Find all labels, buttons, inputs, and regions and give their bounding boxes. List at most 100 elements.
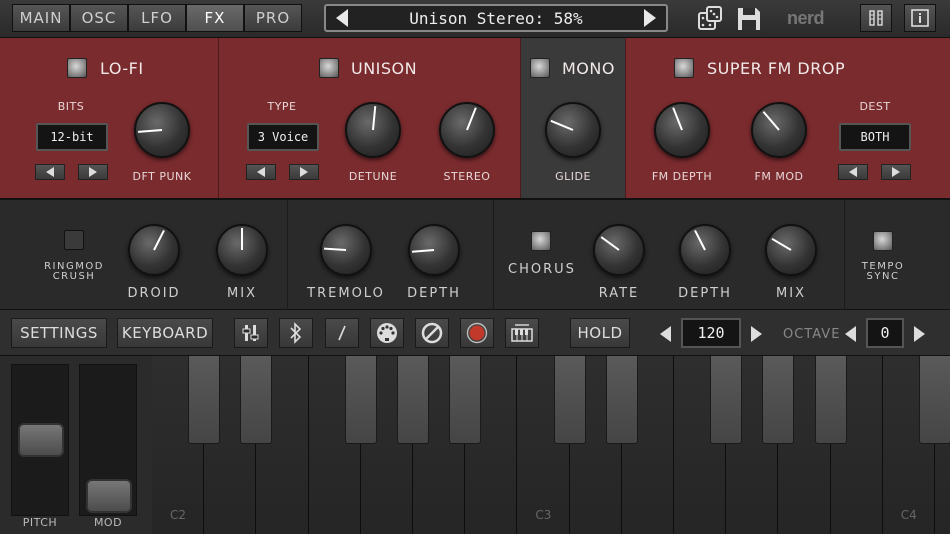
pitch-wheel[interactable] — [11, 364, 69, 516]
chorus-section: CHORUS RATE DEPTH MIX — [494, 200, 845, 310]
tremolo-knob[interactable] — [320, 224, 372, 276]
left-arrow-icon — [849, 167, 857, 177]
octave-display[interactable]: 0 — [866, 318, 904, 348]
crush-label: CRUSH — [52, 271, 96, 282]
octave-down-button[interactable] — [845, 326, 856, 342]
tab-main[interactable]: MAIN — [12, 4, 70, 32]
bits-next-button[interactable] — [78, 164, 108, 180]
mixer-sliders-icon — [242, 325, 259, 341]
super-fm-drop-toggle[interactable] — [674, 58, 694, 78]
type-prev-button[interactable] — [246, 164, 276, 180]
tab-pro[interactable]: PRO — [244, 4, 302, 32]
tab-fx[interactable]: FX — [186, 4, 244, 32]
bluetooth-button[interactable] — [279, 318, 313, 348]
black-key[interactable] — [710, 356, 743, 444]
prohibit-icon — [421, 322, 443, 344]
pen-button[interactable] — [325, 318, 359, 348]
pitch-wheel-handle[interactable] — [18, 423, 64, 457]
left-arrow-icon — [46, 167, 54, 177]
mixer-button[interactable] — [234, 318, 268, 348]
right-arrow-icon — [300, 167, 308, 177]
fm-depth-knob[interactable] — [654, 102, 710, 158]
unison-toggle[interactable] — [319, 58, 339, 78]
chorus-mix-label: MIX — [776, 286, 806, 301]
tempo-display[interactable]: 120 — [681, 318, 741, 348]
fx-panel-upper: LO-FI BITS 12-bit DFT PUNK UNISON TYPE 3… — [0, 38, 950, 200]
black-key[interactable] — [605, 356, 638, 444]
settings-button[interactable]: SETTINGS — [11, 318, 107, 348]
black-key[interactable] — [188, 356, 221, 444]
dest-prev-button[interactable] — [838, 164, 868, 180]
keyboard-layout-button[interactable] — [505, 318, 539, 348]
ringmod-mix-knob[interactable] — [216, 224, 268, 276]
dest-label: DEST — [859, 100, 891, 113]
bits-display[interactable]: 12-bit — [36, 123, 108, 151]
unison-title: UNISON — [351, 59, 418, 78]
glide-knob[interactable] — [545, 102, 601, 158]
chorus-rate-knob[interactable] — [593, 224, 645, 276]
keyboard-toolbar: SETTINGS KEYBOARD HOLD 120 OCTAVE 0 — [0, 310, 950, 356]
chorus-label: CHORUS — [508, 262, 576, 277]
black-key[interactable] — [919, 356, 950, 444]
tempo-sync-section: TEMPO SYNC — [845, 200, 950, 310]
floppy-disk-icon[interactable] — [735, 5, 763, 33]
right-arrow-icon — [89, 167, 97, 177]
tab-osc[interactable]: OSC — [70, 4, 128, 32]
tempo-sync-toggle[interactable] — [873, 231, 893, 251]
stereo-knob[interactable] — [439, 102, 495, 158]
black-key[interactable] — [449, 356, 482, 444]
lofi-title: LO-FI — [100, 59, 144, 78]
ringmod-toggle[interactable] — [64, 230, 84, 250]
midi-icon — [377, 323, 397, 343]
preset-prev-button[interactable] — [336, 9, 348, 27]
sliders-menu-icon — [869, 10, 883, 26]
hold-button[interactable]: HOLD — [570, 318, 630, 348]
dest-next-button[interactable] — [881, 164, 911, 180]
tremolo-depth-knob[interactable] — [408, 224, 460, 276]
tempo-up-button[interactable] — [751, 326, 762, 342]
chorus-rate-label: RATE — [598, 286, 640, 301]
type-next-button[interactable] — [289, 164, 319, 180]
detune-knob[interactable] — [345, 102, 401, 158]
chorus-mix-knob[interactable] — [765, 224, 817, 276]
black-key[interactable] — [762, 356, 795, 444]
keyboard-button[interactable]: KEYBOARD — [117, 318, 213, 348]
black-key[interactable] — [397, 356, 429, 444]
lofi-toggle[interactable] — [67, 58, 87, 78]
mod-wheel[interactable] — [79, 364, 137, 516]
mod-wheel-handle[interactable] — [86, 479, 132, 513]
tremolo-section: TREMOLO DEPTH — [288, 200, 494, 310]
page-tabs: MAIN OSC LFO FX PRO — [12, 4, 302, 32]
record-button[interactable] — [460, 318, 494, 348]
preset-next-button[interactable] — [643, 9, 656, 27]
dest-display[interactable]: BOTH — [839, 123, 911, 151]
black-key[interactable] — [553, 356, 586, 444]
fm-mod-knob[interactable] — [751, 102, 807, 158]
super-fm-drop-title: SUPER FM DROP — [707, 59, 846, 78]
tremolo-label: TREMOLO — [307, 286, 385, 301]
dice-icon[interactable] — [697, 5, 725, 33]
black-key[interactable] — [814, 356, 847, 444]
mod-label: MOD — [93, 516, 123, 529]
info-button[interactable] — [904, 4, 936, 32]
octave-up-button[interactable] — [914, 326, 925, 342]
tempo-down-button[interactable] — [660, 326, 671, 342]
mono-toggle[interactable] — [530, 58, 550, 78]
menu-button[interactable] — [860, 4, 892, 32]
dft-punk-knob[interactable] — [134, 102, 190, 158]
piano-keys-icon — [511, 324, 533, 342]
chorus-toggle[interactable] — [531, 231, 551, 251]
chorus-depth-knob[interactable] — [679, 224, 731, 276]
droid-knob[interactable] — [128, 224, 180, 276]
bits-prev-button[interactable] — [35, 164, 65, 180]
black-key[interactable] — [344, 356, 377, 444]
mono-title: MONO — [562, 59, 615, 78]
tab-lfo[interactable]: LFO — [128, 4, 186, 32]
black-key[interactable] — [240, 356, 273, 444]
type-display[interactable]: 3 Voice — [247, 123, 319, 151]
mute-button[interactable] — [415, 318, 449, 348]
midi-button[interactable] — [370, 318, 404, 348]
preset-name[interactable]: Unison Stereo: 58% — [409, 9, 582, 28]
fm-mod-label: FM MOD — [754, 170, 804, 183]
piano-keyboard: C2 C3 C4 — [152, 356, 950, 534]
